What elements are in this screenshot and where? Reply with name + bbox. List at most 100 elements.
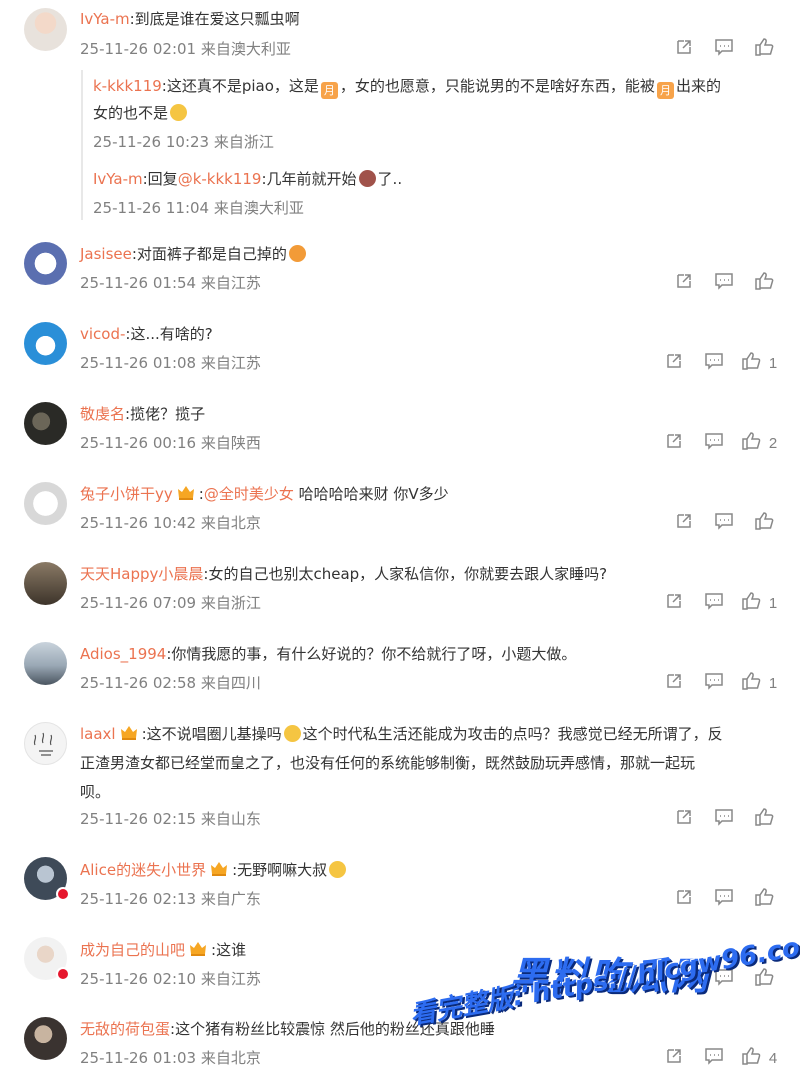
share-icon bbox=[674, 967, 694, 991]
mention-link[interactable]: @k-kkk119 bbox=[178, 170, 262, 188]
comment-button[interactable] bbox=[694, 592, 734, 614]
avatar[interactable] bbox=[24, 642, 67, 685]
share-button[interactable] bbox=[654, 1047, 694, 1069]
comment-button[interactable] bbox=[694, 672, 734, 694]
share-button[interactable] bbox=[664, 272, 704, 294]
avatar[interactable] bbox=[24, 1017, 67, 1060]
username-link[interactable]: vicod- bbox=[80, 325, 125, 343]
like-button[interactable]: 1 bbox=[734, 352, 784, 374]
like-icon bbox=[754, 511, 774, 535]
share-button[interactable] bbox=[654, 672, 694, 694]
like-icon bbox=[754, 887, 774, 911]
share-button[interactable] bbox=[654, 432, 694, 454]
share-button[interactable] bbox=[664, 888, 704, 910]
username-link[interactable]: laaxl bbox=[80, 725, 116, 743]
like-button[interactable] bbox=[744, 888, 784, 910]
comment-body: :这...有啥的? bbox=[125, 325, 213, 343]
comment-text: 无敌的荷包蛋:这个猪有粉丝比较震惊 然后他的粉丝还真跟他睡 bbox=[80, 1018, 495, 1040]
avatar[interactable] bbox=[24, 937, 70, 983]
comment-button[interactable] bbox=[704, 808, 744, 830]
share-button[interactable] bbox=[654, 352, 694, 374]
username-link[interactable]: Jasisee bbox=[80, 245, 132, 263]
username-link[interactable]: IvYa-m bbox=[80, 10, 130, 28]
avatar[interactable] bbox=[24, 562, 67, 605]
comment-actions: 1 bbox=[654, 672, 784, 694]
mention-link[interactable]: @全时美少女 bbox=[204, 485, 294, 503]
avatar[interactable] bbox=[24, 322, 67, 365]
comment-text: Adios_1994:你情我愿的事，有什么好说的？你不给就行了呀，小题大做。 bbox=[80, 643, 576, 665]
comment-button[interactable] bbox=[694, 1047, 734, 1069]
comment-button[interactable] bbox=[704, 38, 744, 60]
username-link[interactable]: 成为自己的山吧 bbox=[80, 941, 185, 959]
comment-icon bbox=[704, 431, 724, 455]
comment-button[interactable] bbox=[704, 512, 744, 534]
comment-icon bbox=[714, 271, 734, 295]
comment-actions: 1 bbox=[654, 352, 784, 374]
crown-badge-icon bbox=[120, 726, 137, 740]
comment-meta: 25-11-26 07:09 来自浙江 bbox=[80, 594, 261, 612]
share-button[interactable] bbox=[664, 968, 704, 990]
avatar[interactable] bbox=[24, 857, 70, 903]
verified-badge-icon bbox=[56, 887, 70, 901]
username-link[interactable]: 兔子小饼干yy bbox=[80, 485, 173, 503]
comment-meta: 25-11-26 02:58 来自四川 bbox=[80, 674, 261, 692]
avatar[interactable] bbox=[24, 402, 67, 445]
share-button[interactable] bbox=[664, 808, 704, 830]
username-link[interactable]: Alice的迷失小世界 bbox=[80, 861, 206, 879]
comment-icon bbox=[714, 511, 734, 535]
avatar[interactable] bbox=[24, 482, 67, 525]
like-button[interactable]: 1 bbox=[734, 672, 784, 694]
username-link[interactable]: 天天Happy小晨晨 bbox=[80, 565, 203, 583]
share-icon bbox=[674, 807, 694, 831]
username-link[interactable]: 无敌的荷包蛋 bbox=[80, 1020, 170, 1038]
comment-button[interactable] bbox=[694, 432, 734, 454]
like-button[interactable] bbox=[744, 512, 784, 534]
comment-body: :女的自己也别太cheap，人家私信你，你就要去跟人家睡吗? bbox=[203, 565, 608, 583]
comment-button[interactable] bbox=[704, 888, 744, 910]
comment-icon bbox=[704, 351, 724, 375]
reply-meta: 25-11-26 11:04 来自澳大利亚 bbox=[93, 199, 304, 217]
comment-text: 成为自己的山吧:这谁 bbox=[80, 939, 246, 961]
comment-text: 兔子小饼干yy:@全时美少女 哈哈哈哈来财 你V多少 bbox=[80, 483, 449, 505]
like-button[interactable] bbox=[744, 808, 784, 830]
comment-text: Alice的迷失小世界:无野啊嘛大叔 bbox=[80, 859, 348, 881]
comment-button[interactable] bbox=[694, 352, 734, 374]
like-button[interactable] bbox=[744, 968, 784, 990]
reply-body: 女的也不是 bbox=[93, 104, 169, 122]
comment-meta: 25-11-26 02:10 来自江苏 bbox=[80, 970, 261, 988]
ladybug-emoji-icon bbox=[358, 170, 376, 187]
like-button[interactable]: 4 bbox=[734, 1047, 784, 1069]
comment-icon bbox=[714, 967, 734, 991]
avatar[interactable] bbox=[24, 8, 67, 51]
comment-button[interactable] bbox=[704, 968, 744, 990]
comment-icon bbox=[714, 887, 734, 911]
avatar[interactable] bbox=[24, 242, 67, 285]
comment-icon bbox=[714, 807, 734, 831]
like-button[interactable]: 2 bbox=[734, 432, 784, 454]
comment-text: IvYa-m:到底是谁在爱这只瓢虫啊 bbox=[80, 8, 300, 30]
share-icon bbox=[664, 351, 684, 375]
share-button[interactable] bbox=[654, 592, 694, 614]
like-button[interactable] bbox=[744, 38, 784, 60]
share-button[interactable] bbox=[664, 512, 704, 534]
like-icon bbox=[741, 1046, 761, 1070]
comment-text: 敬虔名:揽佬？揽子 bbox=[80, 403, 205, 425]
comment-text: vicod-:这...有啥的? bbox=[80, 323, 213, 345]
comment-meta: 25-11-26 02:15 来自山东 bbox=[80, 810, 261, 828]
username-link[interactable]: k-kkk119 bbox=[93, 77, 162, 95]
like-count: 2 bbox=[768, 434, 778, 452]
like-button[interactable] bbox=[744, 272, 784, 294]
like-button[interactable]: 1 bbox=[734, 592, 784, 614]
avatar[interactable] bbox=[24, 722, 67, 765]
comment-icon bbox=[704, 1046, 724, 1070]
username-link[interactable]: 敬虔名 bbox=[80, 405, 125, 423]
username-link[interactable]: Adios_1994 bbox=[80, 645, 166, 663]
comment-actions: 1 bbox=[654, 592, 784, 614]
comment-button[interactable] bbox=[704, 272, 744, 294]
comment-body: 呗。 bbox=[80, 783, 111, 801]
like-icon bbox=[754, 271, 774, 295]
like-icon bbox=[741, 351, 761, 375]
username-link[interactable]: IvYa-m bbox=[93, 170, 143, 188]
share-button[interactable] bbox=[664, 38, 704, 60]
comment-actions bbox=[664, 38, 784, 60]
